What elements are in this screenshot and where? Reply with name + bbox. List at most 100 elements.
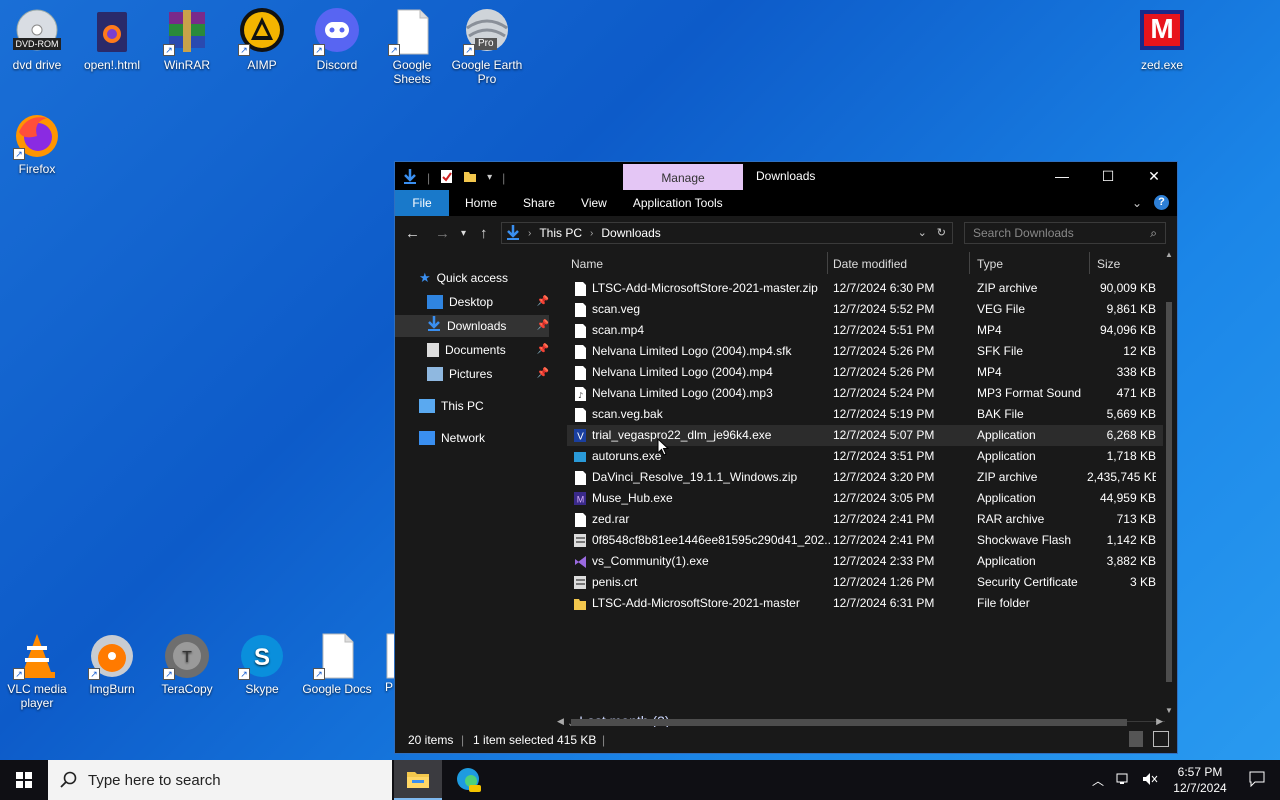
start-button[interactable]: [0, 760, 48, 800]
blank-file-icon: [575, 345, 586, 359]
desktop-icon-google-docs[interactable]: ↗ Google Docs: [300, 632, 374, 696]
volume-muted-icon[interactable]: [1142, 772, 1158, 789]
desktop-icon-winrar[interactable]: ↗ WinRAR: [150, 8, 224, 72]
ribbon-tab-share[interactable]: Share: [510, 190, 568, 216]
show-hidden-icons-chevron-icon[interactable]: ︿: [1092, 772, 1104, 789]
address-bar[interactable]: › This PC › Downloads ⌄ ↻: [501, 222, 953, 244]
clock[interactable]: 6:57 PM 12/7/2024: [1166, 764, 1234, 796]
search-input[interactable]: Search Downloads ⌕: [964, 222, 1166, 244]
search-icon: ⌕: [1150, 226, 1157, 240]
desktop-icon-imgburn[interactable]: ↗ ImgBurn: [75, 632, 149, 696]
table-row[interactable]: 0f8548cf8b81ee1446ee81595c290d41_202... 1…: [567, 530, 1163, 551]
close-icon[interactable]: ✕: [1131, 162, 1177, 190]
pin-icon[interactable]: 📌: [537, 363, 549, 385]
table-row[interactable]: scan.veg 12/7/2024 5:52 PM VEG File 9,861 K…: [567, 299, 1163, 320]
vertical-scrollbar[interactable]: ▲ ▼: [1163, 250, 1175, 715]
desktop-icon-label: dvd drive: [12, 58, 62, 72]
nav-desktop[interactable]: Desktop 📌: [427, 291, 549, 313]
table-row[interactable]: vs_Community(1).exe 12/7/2024 2:33 PM Appl…: [567, 551, 1163, 572]
help-icon[interactable]: ?: [1154, 195, 1169, 210]
ribbon-tab-application-tools[interactable]: Application Tools: [620, 190, 736, 216]
customize-toolbar-chevron-icon[interactable]: ▾: [487, 172, 492, 183]
file-date: 12/7/2024 5:19 PM: [833, 407, 935, 421]
navigation-pane: ★ Quick access Desktop 📌 Downloads 📌 Doc…: [395, 250, 555, 735]
file-size: 1,718 KB: [1106, 449, 1156, 463]
details-view-icon[interactable]: [1129, 731, 1143, 747]
minimize-icon[interactable]: —: [1039, 162, 1085, 190]
svg-text:♪: ♪: [578, 391, 583, 400]
table-row[interactable]: LTSC-Add-MicrosoftStore-2021-master 12/7/…: [567, 593, 1163, 614]
expand-ribbon-chevron-icon[interactable]: ⌄: [1132, 196, 1142, 210]
table-row[interactable]: DaVinci_Resolve_19.1.1_Windows.zip 12/7/2…: [567, 467, 1163, 488]
table-row[interactable]: Nelvana Limited Logo (2004).mp4 12/7/2024…: [567, 362, 1163, 383]
downloads-location-icon: [506, 224, 520, 243]
desktop-icon-google-sheets[interactable]: ↗ Google Sheets: [375, 8, 449, 86]
table-row[interactable]: scan.mp4 12/7/2024 5:51 PM MP4 94,096 KB: [567, 320, 1163, 341]
pin-icon[interactable]: 📌: [537, 291, 549, 313]
scroll-thumb[interactable]: [571, 719, 1127, 726]
properties-icon[interactable]: [440, 169, 453, 187]
taskbar-search-input[interactable]: Type here to search: [48, 760, 392, 800]
table-row[interactable]: ♪ Nelvana Limited Logo (2004).mp3 12/7/202…: [567, 383, 1163, 404]
address-history-chevron-icon[interactable]: ⌄: [918, 226, 927, 239]
up-arrow-icon[interactable]: ↑: [480, 225, 488, 242]
table-row[interactable]: penis.crt 12/7/2024 1:26 PM Security Certi…: [567, 572, 1163, 593]
maximize-icon[interactable]: ☐: [1085, 162, 1131, 190]
nav-this-pc[interactable]: This PC: [419, 395, 484, 417]
desktop-icon-teracopy[interactable]: T ↗ TeraCopy: [150, 632, 224, 696]
file-size: 3,882 KB: [1106, 554, 1156, 568]
blank-file-icon: [575, 513, 586, 527]
column-header-type[interactable]: Type: [977, 257, 1003, 271]
nav-documents[interactable]: Documents 📌: [427, 339, 549, 361]
desktop-icon-discord[interactable]: ↗ Discord: [300, 8, 374, 72]
desktop-icon-google-earth-pro[interactable]: Pro ↗ Google Earth Pro: [450, 8, 524, 86]
ribbon-tab-home[interactable]: Home: [449, 190, 510, 216]
desktop-icon-skype[interactable]: S ↗ Skype: [225, 632, 299, 696]
forward-arrow-icon[interactable]: →: [435, 225, 450, 242]
table-row[interactable]: M Muse_Hub.exe 12/7/2024 3:05 PM Applicatio…: [567, 488, 1163, 509]
column-header-name[interactable]: Name: [571, 257, 603, 271]
column-header-date-modified[interactable]: Date modified: [833, 257, 907, 271]
pin-icon[interactable]: 📌: [537, 339, 549, 361]
table-row[interactable]: scan.veg.bak 12/7/2024 5:19 PM BAK File 5,6…: [567, 404, 1163, 425]
recent-locations-chevron-icon[interactable]: ▾: [461, 228, 466, 239]
nav-network[interactable]: Network: [419, 427, 485, 449]
file-type: ZIP archive: [977, 470, 1038, 484]
scroll-up-icon[interactable]: ▲: [1165, 250, 1173, 259]
new-folder-icon[interactable]: [463, 169, 477, 186]
nav-downloads[interactable]: Downloads 📌: [395, 315, 549, 337]
scroll-right-icon[interactable]: ▶: [1156, 716, 1163, 727]
blank-file-icon: [575, 471, 586, 485]
scroll-down-icon[interactable]: ▼: [1165, 706, 1173, 715]
ribbon-tab-file[interactable]: File: [395, 190, 449, 216]
back-arrow-icon[interactable]: ←: [405, 225, 420, 242]
desktop-icon-vlc[interactable]: ↗ VLC media player: [0, 632, 74, 710]
desktop-icon-aimp[interactable]: ↗ AIMP: [225, 8, 299, 72]
network-icon[interactable]: [1116, 772, 1132, 789]
taskbar-file-explorer[interactable]: [394, 760, 442, 800]
scroll-thumb[interactable]: [1166, 302, 1172, 682]
visual-studio-icon: [575, 556, 586, 568]
ribbon-tab-view[interactable]: View: [568, 190, 620, 216]
search-icon: [60, 771, 77, 788]
desktop-icon-dvd-drive[interactable]: DVD-ROM dvd drive: [0, 8, 74, 72]
desktop-icon-zed-exe[interactable]: M zed.exe: [1125, 8, 1199, 72]
notification-center-icon[interactable]: [1234, 771, 1280, 790]
large-icons-view-icon[interactable]: [1153, 731, 1169, 747]
breadcrumb-downloads[interactable]: Downloads: [601, 226, 660, 240]
breadcrumb-this-pc[interactable]: This PC: [539, 226, 582, 240]
ribbon-tab-manage[interactable]: Manage: [623, 164, 743, 191]
table-row[interactable]: zed.rar 12/7/2024 2:41 PM RAR archive 713 K…: [567, 509, 1163, 530]
column-header-size[interactable]: Size: [1097, 257, 1120, 271]
refresh-icon[interactable]: ↻: [937, 226, 946, 239]
table-row[interactable]: LTSC-Add-MicrosoftStore-2021-master.zip 1…: [567, 278, 1163, 299]
pin-icon[interactable]: 📌: [537, 315, 549, 337]
scroll-left-icon[interactable]: ◀: [557, 716, 564, 727]
nav-pictures[interactable]: Pictures 📌: [427, 363, 549, 385]
title-bar[interactable]: | ▾ | Manage Downloads — ☐ ✕: [395, 162, 1177, 191]
nav-quick-access[interactable]: ★ Quick access: [419, 267, 508, 289]
table-row[interactable]: Nelvana Limited Logo (2004).mp4.sfk 12/7/…: [567, 341, 1163, 362]
taskbar-edge[interactable]: [444, 760, 492, 800]
desktop-icon-firefox[interactable]: ↗ Firefox: [0, 112, 74, 176]
desktop-icon-open-html[interactable]: open!.html: [75, 8, 149, 72]
